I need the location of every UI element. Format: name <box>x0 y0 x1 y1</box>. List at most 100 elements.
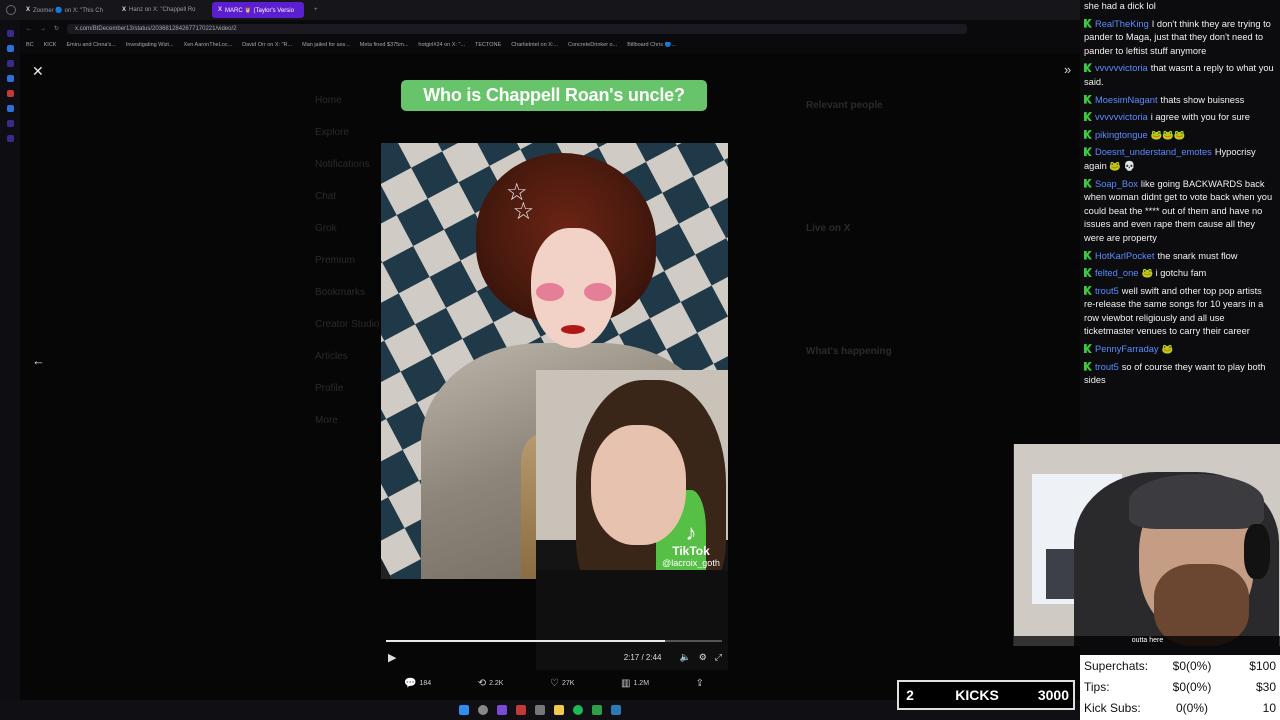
bookmark[interactable]: Man jailed for ass... <box>302 42 350 48</box>
fullscreen-icon[interactable]: ⤢ <box>715 652 722 663</box>
settings-icon[interactable]: ⚙ <box>699 652 707 663</box>
xbox-icon[interactable] <box>592 705 602 715</box>
tiktok-brand: TikTok <box>672 544 710 558</box>
app-icon[interactable] <box>535 705 545 715</box>
new-tab-button[interactable]: + <box>308 2 322 18</box>
previous-media-icon[interactable]: ← <box>32 353 45 368</box>
kick-badge-icon <box>1084 250 1092 260</box>
chat-message: felted_one 🐸 i gotchu fam <box>1084 267 1275 281</box>
url-field[interactable]: x.com/BtDecember13/status/20368128426771… <box>67 23 968 34</box>
screen: X Zoomer 🔵 on X: "This Ch X Hanz on X: "Ch… <box>0 0 1280 720</box>
kicks-count: 2 <box>906 687 914 703</box>
folder-icon[interactable] <box>554 705 564 715</box>
chat-username[interactable]: Soap_Box <box>1095 179 1138 189</box>
bookmark[interactable]: BC <box>26 42 34 48</box>
nav-item-bookmarks: Bookmarks <box>315 287 366 298</box>
chat-username[interactable]: vvvvvvictoria <box>1095 63 1148 73</box>
bookmark[interactable]: Emiru and Cinna's... <box>66 42 115 48</box>
chat-username[interactable]: Doesnt_understand_emotes <box>1095 147 1212 157</box>
nav-item-grok: Grok <box>315 223 337 234</box>
expand-panel-icon[interactable]: » <box>1064 62 1071 77</box>
chat-username[interactable]: vvvvvvictoria <box>1095 112 1148 122</box>
streamer-figure <box>1129 474 1264 529</box>
chat-username[interactable]: trout5 <box>1095 362 1119 372</box>
reply-count: 184 <box>419 679 432 687</box>
browser-tab-active[interactable]: X MARC 🦉 (Taylor's Versio <box>212 2 304 18</box>
sidebar-app-icon[interactable] <box>6 135 14 142</box>
sidebar-app-icon[interactable] <box>6 105 14 112</box>
x-logo-icon: X <box>122 7 127 13</box>
kick-badge-icon <box>1084 18 1092 28</box>
sidebar-app-icon[interactable] <box>6 90 14 97</box>
sidebar-app-icon[interactable] <box>6 45 14 52</box>
view-count: 1.2M <box>633 679 650 687</box>
bookmark[interactable]: KICK <box>44 42 57 48</box>
sidebar-app-icon[interactable] <box>6 120 14 127</box>
back-icon[interactable]: ← <box>26 26 32 32</box>
kicks-label: KICKS <box>955 687 999 703</box>
chat-text: i agree with you for sure <box>1150 112 1250 123</box>
sidebar-app-icon[interactable] <box>6 75 14 82</box>
windows-start-icon[interactable] <box>459 705 469 715</box>
nav-item-more: More <box>315 415 338 426</box>
bookmark[interactable]: Xen AaronTheLoc... <box>184 42 233 48</box>
app-icon[interactable] <box>497 705 507 715</box>
chat-text: she had a dick lol <box>1084 1 1156 11</box>
views-chart-icon: ▥ <box>621 677 631 689</box>
like-button[interactable]: ♡ 27K <box>550 676 574 690</box>
play-icon[interactable]: ▶ <box>388 651 396 664</box>
browser-tab[interactable]: X Zoomer 🔵 on X: "This Ch <box>20 2 112 18</box>
steam-icon[interactable] <box>611 705 621 715</box>
chat-text: 🐸🐸🐸 <box>1150 129 1186 140</box>
nav-item-creator-studio: Creator Studio <box>315 319 380 330</box>
sidebar-app-icon[interactable] <box>6 30 14 37</box>
kick-badge-icon <box>1084 94 1092 104</box>
reload-icon[interactable]: ↻ <box>54 25 59 32</box>
chat-message: MoesimNagant thats show buisness <box>1084 94 1275 108</box>
bookmark[interactable]: Investigating Wizt... <box>126 42 174 48</box>
bookmark[interactable]: ConcreteDrinker o... <box>568 42 617 48</box>
sidebar-app-icon[interactable] <box>6 60 14 67</box>
browser-tab[interactable]: X Hanz on X: "Chappell Ro <box>116 2 208 18</box>
bookmark[interactable]: Billboard Chris 🔵... <box>627 42 676 48</box>
share-button[interactable]: ⇪ <box>696 676 704 690</box>
spotify-icon[interactable] <box>573 705 583 715</box>
chat-message: RealTheKing I don't think they are trying… <box>1084 18 1275 59</box>
close-icon[interactable]: ✕ <box>32 63 44 80</box>
search-icon[interactable] <box>478 705 488 715</box>
bookmark[interactable]: Meta fined $375m... <box>360 42 409 48</box>
bookmark[interactable]: hotgirl#24 on X: "... <box>418 42 465 48</box>
chat-username[interactable]: HotKarlPocket <box>1095 251 1154 261</box>
donation-value: $0(0%) <box>1172 679 1212 694</box>
donation-value: 0(0%) <box>1175 700 1208 715</box>
chat-username[interactable]: trout5 <box>1095 286 1119 296</box>
video-figure <box>584 283 612 301</box>
forward-icon[interactable]: → <box>40 26 46 32</box>
chat-username[interactable]: felted_one <box>1095 268 1138 278</box>
volume-icon[interactable]: 🔈 <box>680 652 691 663</box>
chat-message: pikingtongue 🐸🐸🐸 <box>1084 129 1275 143</box>
reply-button[interactable]: 💬 184 <box>404 676 431 690</box>
views-button[interactable]: ▥ 1.2M <box>621 676 649 690</box>
bookmark[interactable]: CharlieIntel on X:... <box>511 42 558 48</box>
chat-username[interactable]: RealTheKing <box>1095 19 1149 29</box>
chat-message: Doesnt_understand_emotes Hypocrisy again … <box>1084 146 1275 173</box>
chat-username[interactable]: MoesimNagant <box>1095 95 1158 105</box>
chat-username[interactable]: PennyFarraday <box>1095 344 1159 354</box>
nav-item-articles: Articles <box>315 351 348 362</box>
bookmark[interactable]: TECTONE <box>475 42 501 48</box>
app-icon[interactable] <box>516 705 526 715</box>
video-progress-bar[interactable] <box>386 640 722 642</box>
reply-icon: 💬 <box>404 677 417 689</box>
browser-menu-icon[interactable] <box>6 5 16 15</box>
bookmark[interactable]: David Orr on X: "R... <box>242 42 292 48</box>
tab-label: MARC 🦉 (Taylor's Versio <box>225 7 294 14</box>
chat-username[interactable]: pikingtongue <box>1095 130 1148 140</box>
nav-item-explore: Explore <box>315 127 349 138</box>
nav-item-profile: Profile <box>315 383 344 394</box>
kick-badge-icon <box>1084 129 1092 139</box>
video-overlay-person <box>536 370 728 670</box>
repost-button[interactable]: ⟲ 2.2K <box>478 676 504 690</box>
chat-text: thats show buisness <box>1160 94 1245 105</box>
chat-message: Soap_Box like going BACKWARDS back when w… <box>1084 178 1275 246</box>
